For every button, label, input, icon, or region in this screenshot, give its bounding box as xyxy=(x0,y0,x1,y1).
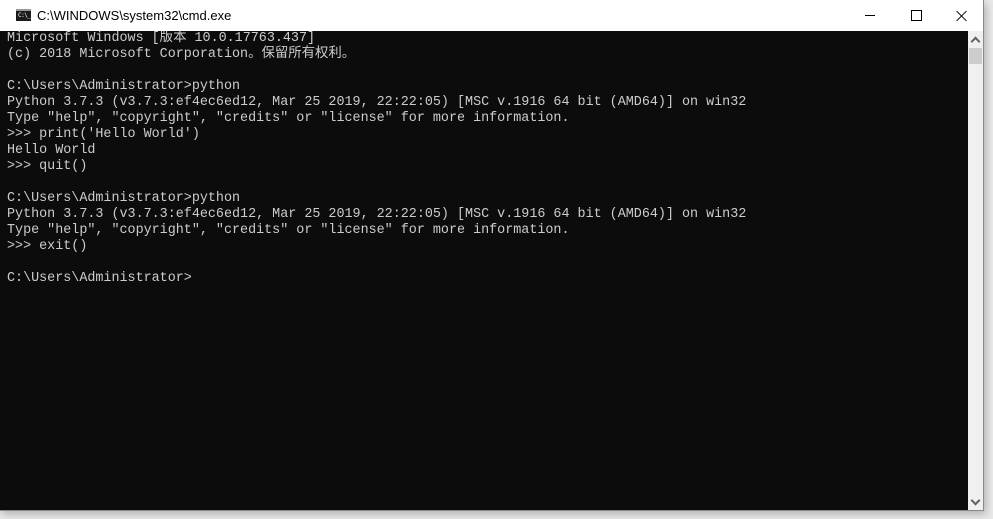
cmd-app-icon[interactable]: C:\_ xyxy=(16,9,31,21)
minimize-icon xyxy=(865,15,875,16)
chevron-down-icon xyxy=(970,495,981,505)
close-icon xyxy=(956,10,968,22)
console-lines: Microsoft Windows [版本 10.0.17763.437] (c)… xyxy=(7,31,746,287)
minimize-button[interactable] xyxy=(847,0,893,31)
console-line: Python 3.7.3 (v3.7.3:ef4ec6ed12, Mar 25 … xyxy=(7,95,747,110)
console-line: >>> print('Hello World') xyxy=(7,127,200,142)
cmd-window: C:\_ C:\WINDOWS\system32\cmd.exe Microso… xyxy=(0,0,984,511)
console-line: Type "help", "copyright", "credits" or "… xyxy=(7,111,570,126)
maximize-button[interactable] xyxy=(893,0,939,31)
scrollbar-thumb[interactable] xyxy=(969,48,982,64)
window-title: C:\WINDOWS\system32\cmd.exe xyxy=(37,8,232,23)
console-line: Type "help", "copyright", "credits" or "… xyxy=(7,223,570,238)
console-line: Hello World xyxy=(7,143,96,158)
app-icon-glyph: C:\_ xyxy=(18,12,31,19)
console-line: (c) 2018 Microsoft Corporation。保留所有权利。 xyxy=(7,47,356,62)
title-bar[interactable]: C:\_ C:\WINDOWS\system32\cmd.exe xyxy=(0,0,983,31)
chevron-up-icon xyxy=(970,36,981,46)
vertical-scrollbar[interactable] xyxy=(968,31,983,510)
console-line: C:\Users\Administrator>python xyxy=(7,191,241,206)
scroll-up-button[interactable] xyxy=(968,31,983,48)
scroll-down-button[interactable] xyxy=(968,493,983,510)
console-line: >>> exit() xyxy=(7,239,88,254)
console-line: Microsoft Windows [版本 10.0.17763.437] xyxy=(7,31,316,46)
console-line: >>> quit() xyxy=(7,159,88,174)
console-line: C:\Users\Administrator>python xyxy=(7,79,241,94)
console-line: Python 3.7.3 (v3.7.3:ef4ec6ed12, Mar 25 … xyxy=(7,207,747,222)
close-button[interactable] xyxy=(939,0,985,31)
console-line: C:\Users\Administrator> xyxy=(7,271,192,286)
maximize-icon xyxy=(910,10,922,21)
console-output[interactable]: Microsoft Windows [版本 10.0.17763.437] (c)… xyxy=(0,31,968,510)
